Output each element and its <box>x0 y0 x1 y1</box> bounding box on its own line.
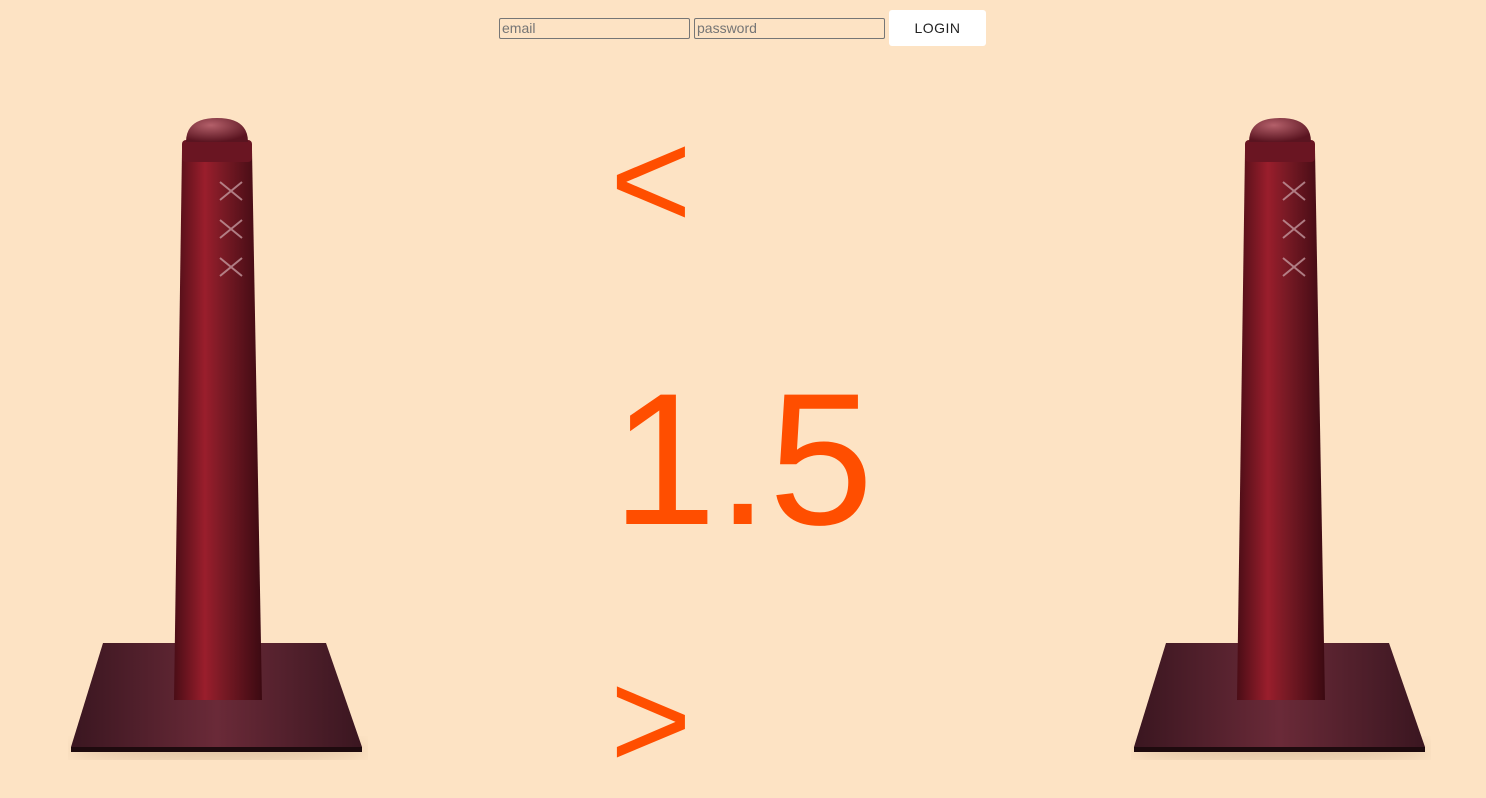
bollard-image-left <box>68 118 368 760</box>
bollard-image-right <box>1131 118 1431 760</box>
next-arrow-button[interactable]: > <box>610 650 692 790</box>
value-display: 1.5 <box>612 354 874 564</box>
login-bar: LOGIN <box>499 10 986 46</box>
password-field[interactable] <box>694 17 885 39</box>
email-field[interactable] <box>499 17 690 39</box>
login-button[interactable]: LOGIN <box>889 10 986 46</box>
previous-arrow-button[interactable]: < <box>610 110 692 250</box>
